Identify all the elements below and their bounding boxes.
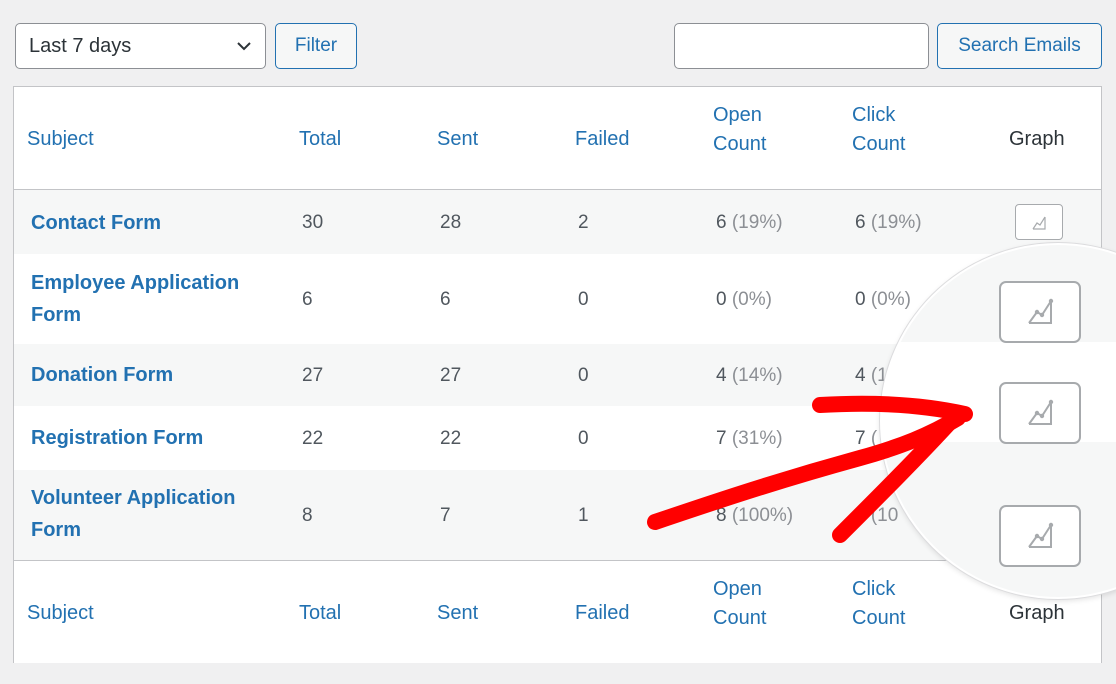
search-emails-button[interactable]: Search Emails <box>937 23 1102 69</box>
open-count-number: 4 <box>716 365 727 386</box>
click-count-value: 7 ( <box>855 428 877 450</box>
total-value: 27 <box>302 365 324 386</box>
column-open-count-line2: Count <box>713 133 767 155</box>
column-open-count[interactable]: Open Count <box>713 101 766 159</box>
open-count-value: 4 (14%) <box>716 365 783 387</box>
chart-line-icon <box>1032 216 1046 230</box>
filter-button[interactable]: Filter <box>275 23 357 69</box>
date-range-value: Last 7 days <box>29 35 132 57</box>
total-value: 6 <box>302 289 313 310</box>
footer-column-subject[interactable]: Subject <box>27 599 94 628</box>
open-count-percent: (31%) <box>731 428 783 449</box>
chart-line-icon <box>1028 298 1054 324</box>
sent-value: 27 <box>440 365 462 386</box>
subject-link[interactable]: Contact Form <box>31 207 161 239</box>
subject-line1: Volunteer Application <box>31 487 236 509</box>
open-count-number: 7 <box>716 428 727 449</box>
click-count-number: 7 <box>855 428 866 449</box>
toolbar: Last 7 days Filter Search Emails <box>0 0 1116 86</box>
column-graph: Graph <box>1009 128 1065 150</box>
failed-value: 0 <box>578 428 589 449</box>
subject-link[interactable]: Donation Form <box>31 359 173 391</box>
column-open-count-line1: Open <box>713 104 762 126</box>
subject-link[interactable]: Volunteer Application Form <box>31 482 235 546</box>
total-value: 8 <box>302 505 313 526</box>
failed-value: 0 <box>578 365 589 386</box>
graph-button[interactable] <box>1015 204 1063 240</box>
subject-line2: Form <box>31 519 81 541</box>
footer-open-count-line1: Open <box>713 578 762 600</box>
open-count-percent: (100%) <box>731 505 794 526</box>
search-input[interactable] <box>674 23 929 69</box>
subject-line2: Form <box>31 304 81 326</box>
click-count-value: 6 (19%) <box>855 212 922 234</box>
footer-open-count-line2: Count <box>713 607 767 629</box>
failed-value: 0 <box>578 289 589 310</box>
total-value: 30 <box>302 212 324 233</box>
click-count-number: 4 <box>855 365 866 386</box>
chevron-down-icon <box>237 42 251 51</box>
column-total[interactable]: Total <box>299 125 341 154</box>
sent-value: 28 <box>440 212 462 233</box>
sent-value: 6 <box>440 289 451 310</box>
open-count-value: 6 (19%) <box>716 212 783 234</box>
chart-line-icon <box>1028 522 1054 548</box>
chart-line-icon <box>1028 399 1054 425</box>
column-click-count-line1: Click <box>852 104 896 126</box>
click-count-percent: (19%) <box>870 212 922 233</box>
open-count-percent: (14%) <box>731 365 783 386</box>
magnified-graph-button[interactable] <box>999 505 1081 567</box>
footer-column-open-count[interactable]: Open Count <box>713 575 766 633</box>
open-count-number: 6 <box>716 212 727 233</box>
failed-value: 2 <box>578 212 589 233</box>
total-value: 22 <box>302 428 324 449</box>
open-count-value: 7 (31%) <box>716 428 783 450</box>
footer-column-graph: Graph <box>1009 602 1065 624</box>
magnifier-callout <box>880 243 1116 599</box>
magnified-graph-button[interactable] <box>999 382 1081 444</box>
subject-link[interactable]: Employee Application Form <box>31 267 239 331</box>
column-click-count[interactable]: Click Count <box>852 101 905 159</box>
subject-link[interactable]: Registration Form <box>31 422 203 454</box>
footer-click-count-line2: Count <box>852 607 906 629</box>
click-count-number: 6 <box>855 212 866 233</box>
date-range-select[interactable]: Last 7 days <box>15 23 266 69</box>
open-count-percent: (19%) <box>731 212 783 233</box>
footer-column-total[interactable]: Total <box>299 599 341 628</box>
column-failed[interactable]: Failed <box>575 125 629 154</box>
click-count-number: 0 <box>855 289 866 310</box>
table-header: Subject Total Sent Failed Open Count Cli… <box>14 87 1101 190</box>
open-count-number: 0 <box>716 289 727 310</box>
footer-column-sent[interactable]: Sent <box>437 599 478 628</box>
column-subject[interactable]: Subject <box>27 125 94 154</box>
click-count-percent: ( <box>870 428 878 449</box>
column-sent[interactable]: Sent <box>437 125 478 154</box>
open-count-percent: (0%) <box>731 289 772 310</box>
footer-column-failed[interactable]: Failed <box>575 599 629 628</box>
open-count-number: 8 <box>716 505 727 526</box>
open-count-value: 0 (0%) <box>716 289 772 311</box>
magnified-graph-button[interactable] <box>999 281 1081 343</box>
click-count-number: 8 <box>855 505 866 526</box>
subject-line1: Employee Application <box>31 272 240 294</box>
open-count-value: 8 (100%) <box>716 505 793 527</box>
column-click-count-line2: Count <box>852 133 906 155</box>
failed-value: 1 <box>578 505 589 526</box>
sent-value: 7 <box>440 505 451 526</box>
sent-value: 22 <box>440 428 462 449</box>
